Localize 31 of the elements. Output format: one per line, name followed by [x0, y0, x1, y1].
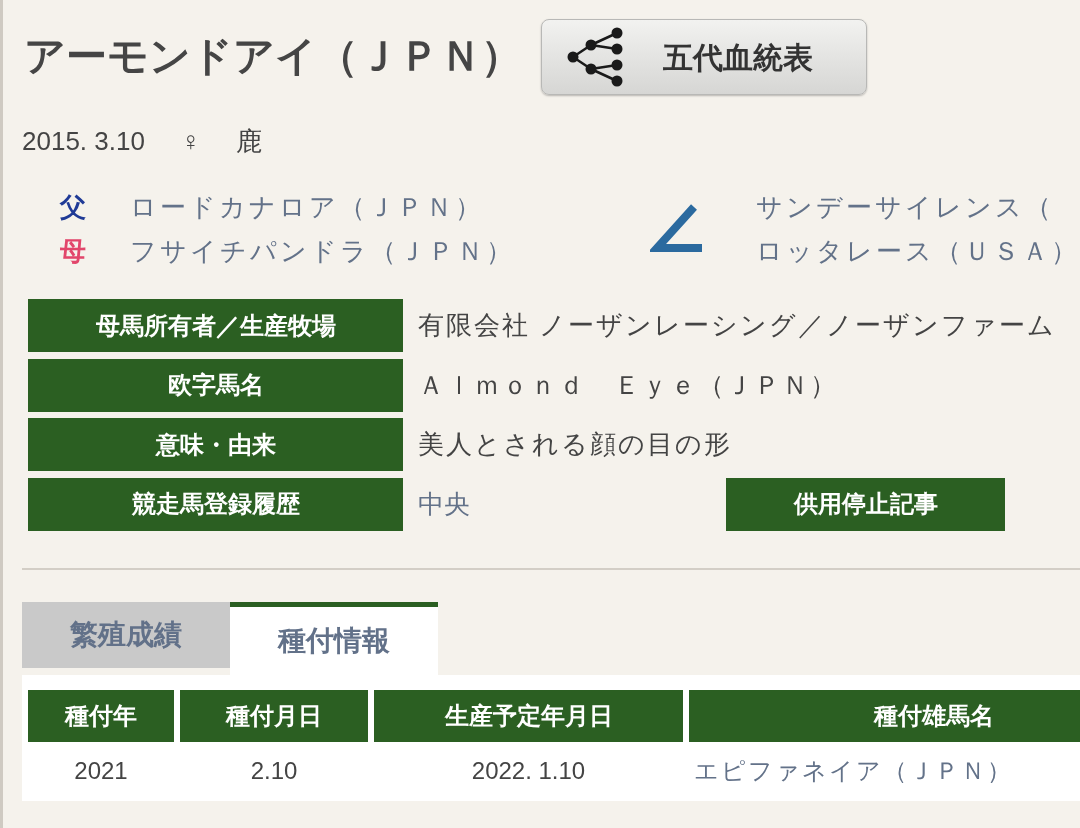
info-value-link[interactable]: 中央 — [418, 484, 726, 524]
column-header: 種付年 — [28, 689, 174, 742]
info-value: Ａｌｍｏｎｄ Ｅｙｅ（ＪＰＮ） — [418, 368, 838, 402]
parent-role-label: 父 — [60, 190, 87, 224]
tab[interactable]: 繁殖成績 — [22, 601, 230, 668]
info-label: 競走馬登録履歴 — [28, 477, 403, 531]
birth-date: 2015. 3.10 — [22, 124, 145, 158]
column-header: 種付雄馬名 — [689, 689, 1080, 742]
tab[interactable]: 種付情報 — [230, 601, 438, 675]
parent-name-link[interactable]: フサイチパンドラ（ＪＰＮ） — [130, 231, 515, 271]
parent-name-link[interactable]: ロードカナロア（ＪＰＮ） — [130, 187, 484, 227]
grandparent-name-link[interactable]: ロッタレース（ＵＳＡ） — [756, 229, 1080, 273]
info-label: 母馬所有者／生産牧場 — [28, 299, 403, 352]
suspension-article-button[interactable]: 供用停止記事 — [726, 477, 1005, 531]
column-header: 種付月日 — [180, 689, 368, 742]
info-value: 有限会社 ノーザンレーシング／ノーザンファーム — [418, 309, 1057, 342]
table-cell-text: 2022. 1.10 — [470, 755, 587, 786]
info-value: 美人とされる顔の目の形 — [418, 428, 732, 461]
info-label: 意味・由来 — [28, 418, 403, 471]
info-label: 欧字馬名 — [28, 358, 403, 412]
table-cell-text: 2021 — [73, 755, 129, 786]
column-header: 生産予定年月日 — [374, 689, 683, 742]
coat-color: 鹿 — [236, 124, 263, 158]
parent-role-label: 母 — [60, 234, 87, 268]
table-cell-text: 2.10 — [249, 755, 299, 786]
pedigree-button[interactable]: 五代血統表 — [541, 19, 867, 95]
angle-icon — [650, 203, 702, 255]
grandparent-name-link[interactable]: サンデーサイレンス（ — [756, 185, 1080, 229]
sex-symbol: ♀ — [180, 124, 201, 158]
stallion-name-link[interactable]: エピファネイア（ＪＰＮ） — [694, 752, 1013, 789]
horse-name-title: アーモンドアイ（ＪＰＮ） — [24, 32, 523, 82]
